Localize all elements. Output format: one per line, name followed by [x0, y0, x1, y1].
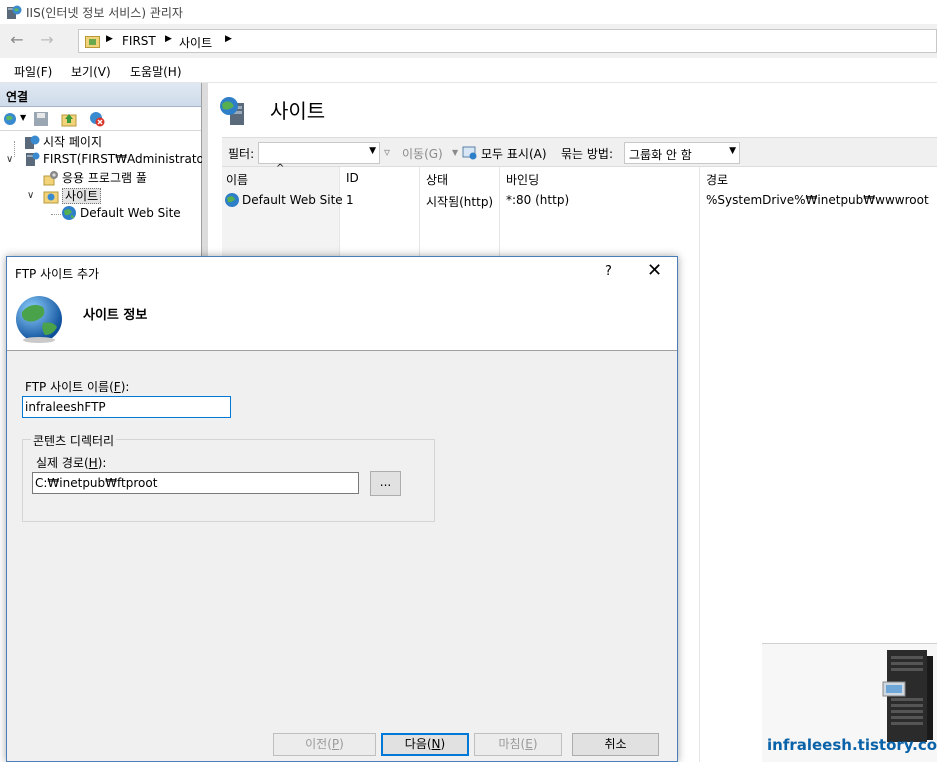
navigation-bar: ← → ▶ FIRST ▶ 사이트 ▶ — [0, 24, 937, 58]
physical-path-label: 실제 경로(H): — [36, 456, 107, 470]
dropdown-arrow-icon[interactable]: ▼ — [369, 146, 376, 156]
physical-path-input[interactable]: C:₩inetpub₩ftproot — [32, 472, 359, 494]
browse-button[interactable]: ... — [370, 471, 401, 496]
tree-item-sites[interactable]: 사이트 — [43, 187, 102, 204]
server-icon — [26, 152, 40, 166]
watermark-badge: infraleesh.tistory.com — [762, 643, 937, 762]
folder-icon — [85, 36, 100, 48]
forward-arrow-icon[interactable]: → — [34, 30, 60, 52]
window-title: IIS(인터넷 정보 서비스) 관리자 — [26, 6, 183, 20]
tree-label-default-web-site: Default Web Site — [80, 206, 181, 220]
banner-title: 사이트 정보 — [83, 308, 148, 323]
show-all-icon[interactable] — [462, 145, 478, 161]
content-directory-group: 콘텐츠 디렉터리 실제 경로(H): C:₩inetpub₩ftproot ..… — [22, 432, 435, 522]
tree-item-server[interactable]: FIRST(FIRST₩Administrator) — [24, 151, 213, 167]
start-page-icon — [25, 135, 40, 149]
connections-toolbar: ▼ — [0, 107, 201, 131]
close-icon[interactable]: ✕ — [647, 260, 662, 281]
dropdown-arrow-icon[interactable]: ▼ — [452, 148, 458, 157]
next-button[interactable]: 다음(N) — [381, 733, 469, 756]
tree-label-start-page: 시작 페이지 — [43, 135, 103, 149]
tree-line — [14, 141, 15, 157]
dialog-title: FTP 사이트 추가 — [15, 267, 100, 281]
disconnect-icon[interactable] — [89, 111, 105, 127]
tree-line — [51, 214, 61, 215]
expand-caret-icon[interactable]: ∨ — [6, 154, 13, 165]
breadcrumb-separator-icon: ▶ — [106, 34, 113, 44]
menu-view[interactable]: 보기(V) — [71, 63, 111, 80]
group-by-label: 묶는 방법: — [561, 147, 614, 161]
globe-icon — [62, 206, 76, 220]
filter-bar: 필터: ▼ ▿ 이동(G) ▼ 모두 표시(A) 묶는 방법: 그룹화 안 함 … — [222, 137, 937, 167]
site-name-input[interactable]: infraleeshFTP — [22, 396, 231, 418]
column-header-path[interactable]: 경로 — [706, 171, 728, 188]
site-name-label: FTP 사이트 이름(F): — [25, 380, 130, 394]
cell-site-id: 1 — [346, 193, 354, 207]
address-bar[interactable]: ▶ FIRST ▶ 사이트 ▶ — [78, 29, 937, 53]
filter-input[interactable]: ▼ — [258, 142, 380, 164]
breadcrumb-separator-icon: ▶ — [165, 34, 172, 44]
breadcrumb-first[interactable]: FIRST — [122, 34, 156, 48]
breadcrumb-sites[interactable]: 사이트 — [179, 34, 212, 51]
column-header-binding[interactable]: 바인딩 — [506, 171, 539, 188]
help-icon[interactable]: ? — [605, 264, 612, 279]
cell-site-status: 시작됨(http) — [426, 195, 494, 209]
dialog-banner: 사이트 정보 — [7, 287, 677, 351]
tree-label-server: FIRST(FIRST₩Administrator) — [43, 152, 214, 166]
go-button[interactable]: 이동(G) — [402, 145, 443, 162]
finish-button[interactable]: 마침(E) — [474, 733, 562, 756]
tree-item-start-page[interactable]: 시작 페이지 — [24, 133, 102, 150]
column-header-name[interactable]: 이름 — [226, 171, 248, 188]
dialog-titlebar[interactable]: FTP 사이트 추가 ? ✕ — [7, 257, 677, 287]
dropdown-arrow-icon[interactable]: ▼ — [729, 146, 736, 156]
sites-folder-icon — [43, 191, 59, 204]
column-header-id[interactable]: ID — [346, 171, 359, 185]
cell-site-name: Default Web Site — [242, 193, 343, 207]
sort-caret-icon: ^ — [276, 163, 285, 174]
iis-manager-icon — [7, 5, 22, 19]
breadcrumb-separator-icon[interactable]: ▶ — [225, 34, 232, 44]
filter-label: 필터: — [228, 147, 255, 161]
connect-globe-icon[interactable] — [3, 111, 19, 127]
tree-label-sites: 사이트 — [62, 188, 102, 204]
watermark-text: infraleesh.tistory.com — [767, 736, 937, 754]
up-folder-icon[interactable] — [61, 111, 77, 127]
show-all-button[interactable]: 모두 표시(A) — [481, 145, 547, 162]
globe-icon — [16, 296, 62, 343]
menu-file[interactable]: 파일(F) — [14, 63, 52, 80]
previous-button[interactable]: 이전(P) — [273, 733, 376, 756]
tree-label-app-pools: 응용 프로그램 풀 — [62, 171, 147, 185]
expand-caret-icon[interactable]: ∨ — [27, 190, 34, 201]
cell-site-path: %SystemDrive%₩inetpub₩wwwroot — [706, 193, 929, 207]
cell-site-binding: *:80 (http) — [506, 193, 570, 207]
app-pools-icon — [43, 171, 58, 186]
group-by-select[interactable]: 그룹화 안 함 ▼ — [624, 142, 740, 164]
dropdown-arrow-icon[interactable]: ▼ — [20, 113, 26, 122]
menu-help[interactable]: 도움말(H) — [130, 63, 182, 80]
sites-header-icon — [220, 97, 244, 125]
page-title: 사이트 — [270, 99, 326, 123]
group-by-value: 그룹화 안 함 — [629, 148, 692, 162]
content-directory-legend: 콘텐츠 디렉터리 — [31, 432, 117, 449]
back-arrow-icon[interactable]: ← — [4, 30, 30, 52]
window-titlebar: IIS(인터넷 정보 서비스) 관리자 — [0, 0, 937, 24]
column-header-status[interactable]: 상태 — [426, 171, 448, 188]
add-ftp-site-dialog: FTP 사이트 추가 ? ✕ 사이트 정보 FTP 사이트 이름(F): inf… — [6, 256, 678, 762]
cancel-button[interactable]: 취소 — [572, 733, 659, 756]
globe-icon — [225, 193, 239, 207]
filter-funnel-icon[interactable]: ▿ — [384, 145, 390, 159]
menu-bar: 파일(F) 보기(V) 도움말(H) — [0, 58, 937, 83]
tree-item-app-pools[interactable]: 응용 프로그램 풀 — [43, 169, 147, 186]
tree-item-default-web-site[interactable]: Default Web Site — [61, 205, 181, 221]
connections-header: 연결 — [0, 83, 201, 107]
server-rack-image — [882, 650, 933, 742]
save-icon[interactable] — [33, 111, 49, 127]
